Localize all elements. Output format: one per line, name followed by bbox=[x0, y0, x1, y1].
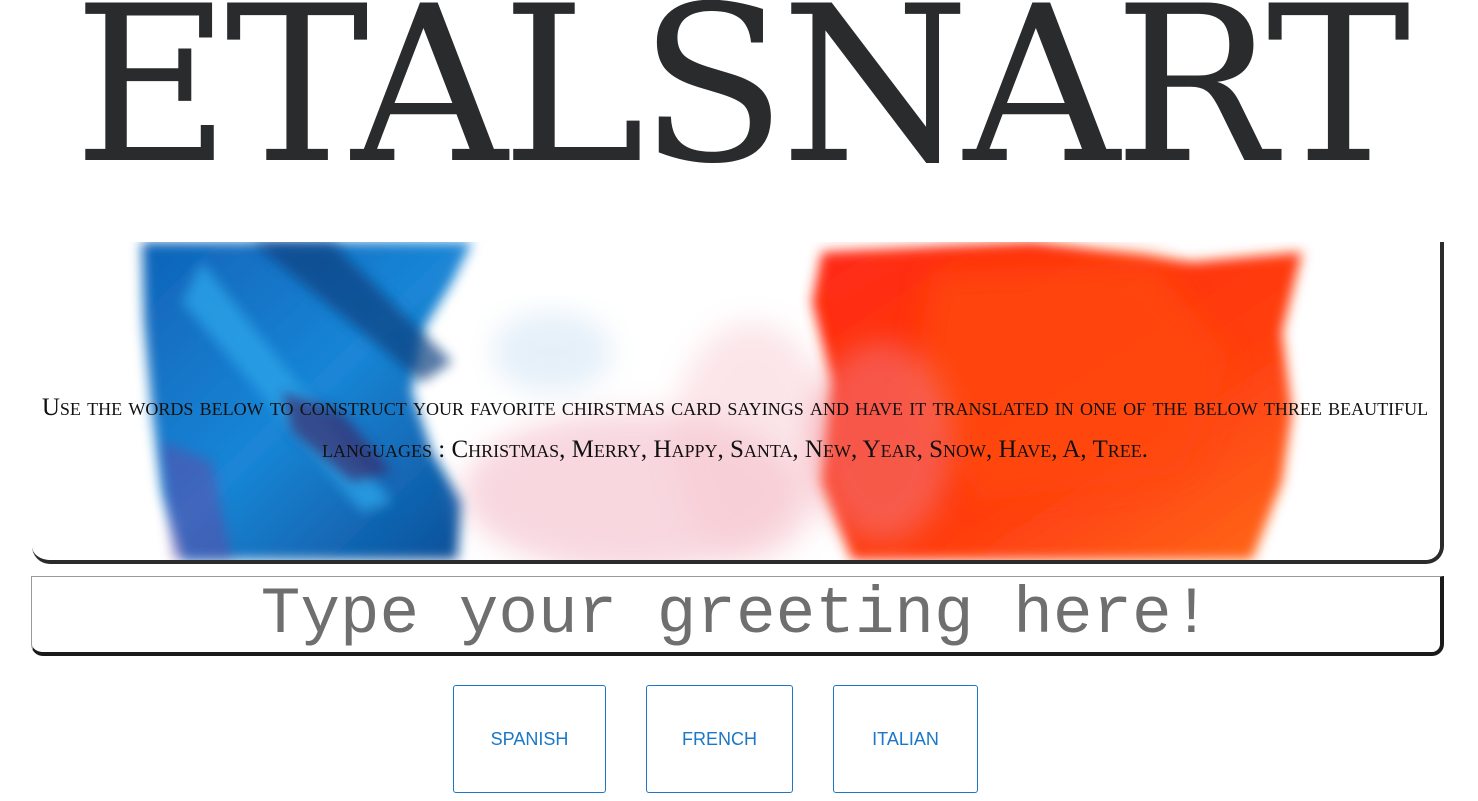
italian-button[interactable]: ITALIAN bbox=[833, 685, 978, 793]
spanish-button[interactable]: SPANISH bbox=[453, 685, 606, 793]
instructions-text: Use the words below to construct your fa… bbox=[41, 394, 1429, 463]
french-button[interactable]: FRENCH bbox=[646, 685, 793, 793]
banner: Use the words below to construct your fa… bbox=[32, 242, 1444, 564]
greeting-input[interactable] bbox=[31, 576, 1444, 656]
site-title: ETALSNART bbox=[73, 0, 1410, 211]
